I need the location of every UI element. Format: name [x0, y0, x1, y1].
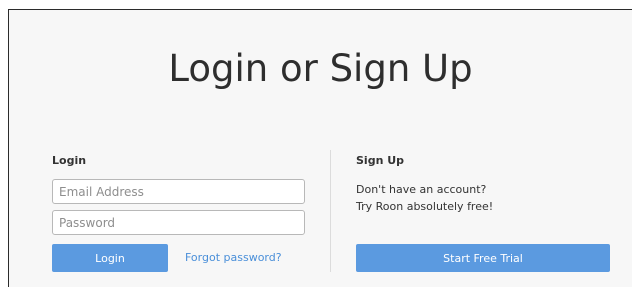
forgot-password-link[interactable]: Forgot password? [185, 251, 282, 264]
signup-heading: Sign Up [356, 154, 405, 167]
login-signup-panel: Login or Sign Up Login Login Forgot pass… [8, 9, 632, 287]
login-heading: Login [52, 154, 87, 167]
signup-promo: Try Roon absolutely free! [356, 200, 494, 213]
page-title: Login or Sign Up [168, 47, 473, 90]
start-free-trial-button[interactable]: Start Free Trial [356, 244, 610, 272]
password-field[interactable] [52, 210, 305, 235]
section-divider [330, 150, 331, 272]
signup-prompt: Don't have an account? [356, 183, 487, 196]
login-button[interactable]: Login [52, 244, 168, 272]
email-field[interactable] [52, 179, 305, 204]
